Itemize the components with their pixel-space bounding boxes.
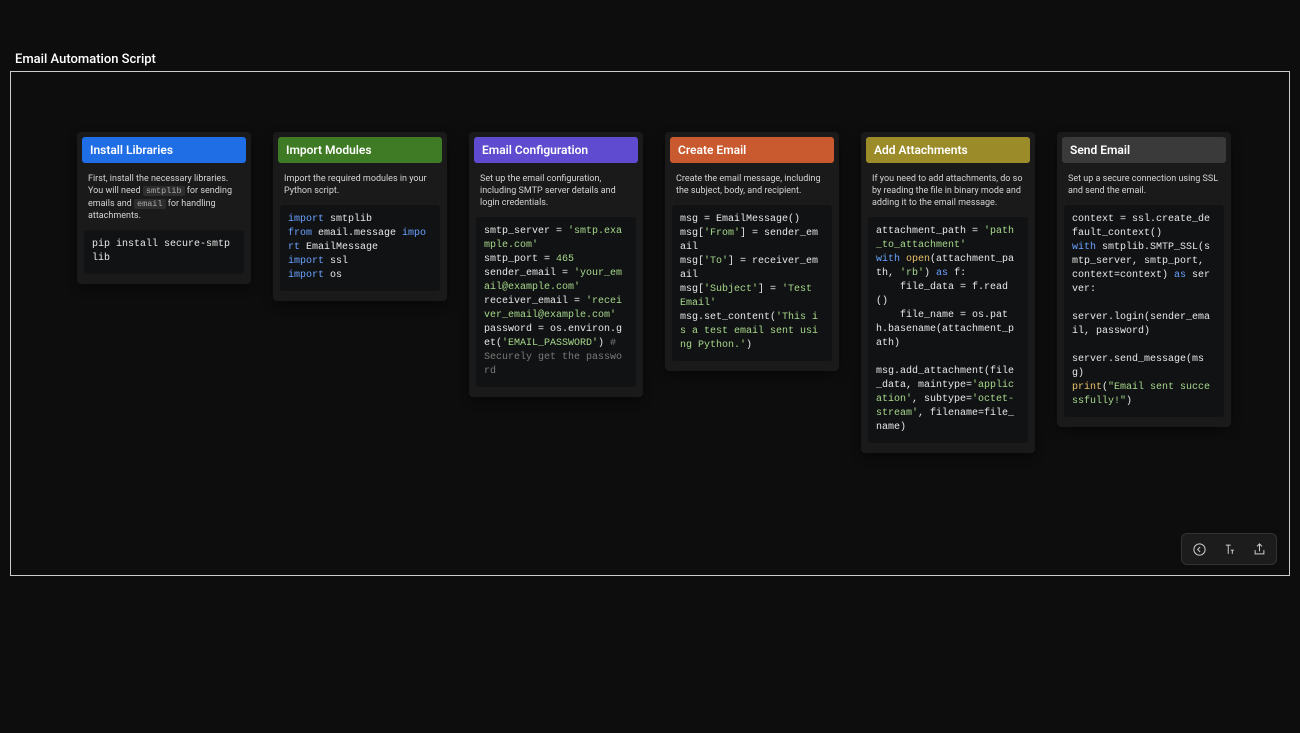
card-desc: If you need to add attachments, do so by… <box>866 173 1030 217</box>
card-header: Create Email <box>670 137 834 163</box>
card-desc: Create the email message, including the … <box>670 173 834 205</box>
card-header: Add Attachments <box>866 137 1030 163</box>
card-desc: Set up a secure connection using SSL and… <box>1062 173 1226 205</box>
card-4: Add Attachments If you need to add attach… <box>861 132 1035 453</box>
code-block[interactable]: smtp_server = 'smtp.example.com' smtp_po… <box>476 217 636 387</box>
bottom-toolbar <box>1181 533 1277 565</box>
cards-row: Install Libraries First, install the nece… <box>11 132 1289 453</box>
card-header: Send Email <box>1062 137 1226 163</box>
card-header: Email Configuration <box>474 137 638 163</box>
card-2: Email Configuration Set up the email conf… <box>469 132 643 397</box>
canvas-frame: Install Libraries First, install the nece… <box>10 71 1290 576</box>
code-block[interactable]: msg = EmailMessage() msg['From'] = sende… <box>672 205 832 361</box>
card-desc: Import the required modules in your Pyth… <box>278 173 442 205</box>
inline-code: smtplib <box>143 186 185 196</box>
card-0: Install Libraries First, install the nece… <box>77 132 251 284</box>
card-header: Install Libraries <box>82 137 246 163</box>
code-block[interactable]: context = ssl.create_default_context() w… <box>1064 205 1224 417</box>
code-block[interactable]: attachment_path = 'path_to_attachment' w… <box>868 217 1028 443</box>
card-3: Create Email Create the email message, in… <box>665 132 839 371</box>
format-button[interactable] <box>1218 538 1240 560</box>
card-desc: First, install the necessary libraries. … <box>82 173 246 230</box>
inline-code: email <box>134 199 166 209</box>
back-button[interactable] <box>1188 538 1210 560</box>
card-desc: Set up the email configuration, includin… <box>474 173 638 217</box>
page-title: Email Automation Script <box>0 52 1300 71</box>
card-header: Import Modules <box>278 137 442 163</box>
code-block[interactable]: import smtplib from email.message import… <box>280 205 440 291</box>
card-1: Import Modules Import the required module… <box>273 132 447 301</box>
code-block[interactable]: pip install secure-smtplib <box>84 230 244 274</box>
card-5: Send Email Set up a secure connection usi… <box>1057 132 1231 427</box>
share-button[interactable] <box>1248 538 1270 560</box>
